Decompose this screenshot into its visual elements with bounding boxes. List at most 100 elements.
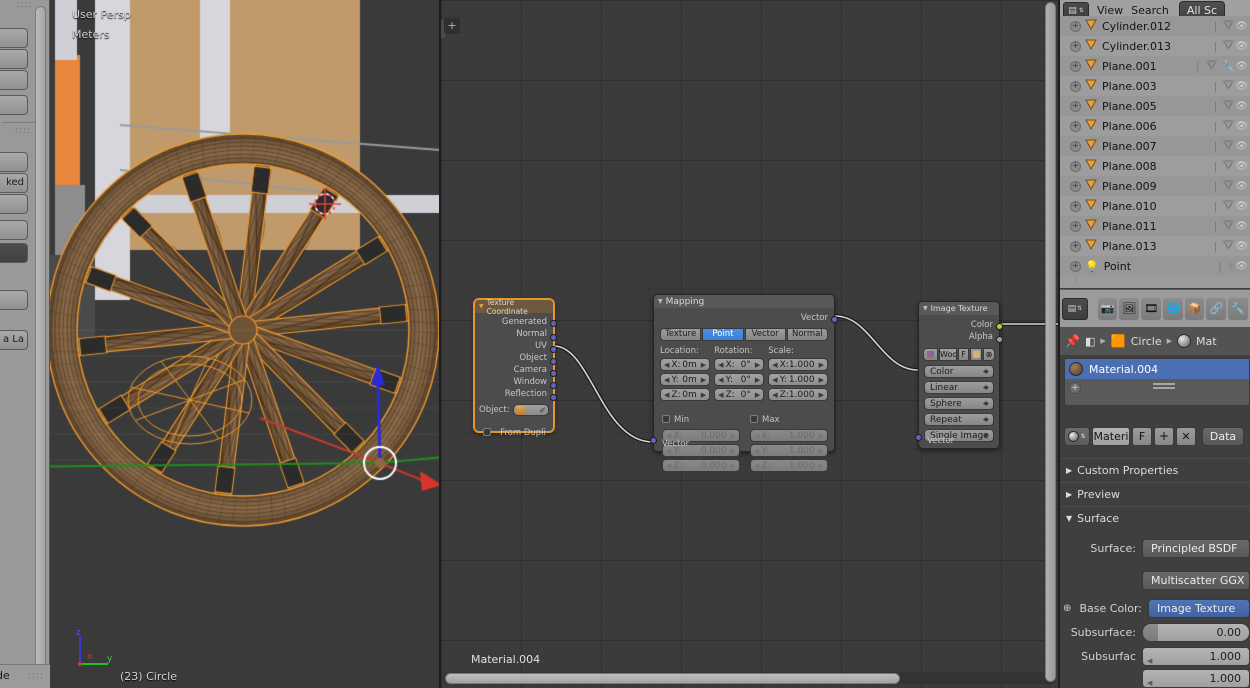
visibility-icon[interactable]: 👁 [1235, 161, 1248, 172]
node-collapse-icon[interactable]: ▼ [658, 298, 663, 305]
tab-constraints[interactable]: 🔗 [1206, 298, 1226, 320]
resize-grip-icon[interactable] [1153, 383, 1175, 389]
visibility-icon[interactable]: 👁 [1235, 121, 1248, 132]
outliner[interactable]: ▤ ⇅ View Search All Sc + Cylinder.012 | 👁 + Cy… [1060, 0, 1250, 288]
mapping-type-tabs[interactable]: Texture Point Vector Normal [660, 328, 828, 341]
node-collapse-icon[interactable]: ▼ [479, 303, 484, 310]
max-checkbox[interactable] [750, 415, 758, 423]
breadcrumb-object[interactable]: Circle [1131, 335, 1162, 348]
location-z-field[interactable]: ◀ Z: 0m ▶ [660, 388, 710, 401]
visibility-icon[interactable]: 👁 [1235, 101, 1248, 112]
outliner-row[interactable]: + Plane.009 | 👁 [1060, 176, 1250, 196]
node-header-texture-coordinate[interactable]: ▼ Texture Coordinate [475, 300, 553, 313]
outliner-row[interactable]: + Cylinder.012 | 👁 [1060, 16, 1250, 36]
expand-icon[interactable]: + [1070, 141, 1081, 152]
save-image-icon[interactable] [970, 348, 982, 361]
node-editor-vscrollbar[interactable] [1045, 2, 1056, 682]
mesh-data-icon[interactable] [1222, 239, 1235, 253]
mesh-data-icon[interactable] [1222, 179, 1235, 193]
row-subsurface-radius-2[interactable]: 1.000 [1060, 668, 1250, 688]
expand-icon[interactable]: + [1070, 41, 1081, 52]
scale-z-field[interactable]: ◀ Z: 1.000 ▶ [768, 388, 828, 401]
tab-render[interactable]: 📷 [1098, 298, 1118, 320]
expand-icon[interactable]: + [1070, 81, 1081, 92]
pin-icon[interactable]: 📌 [1065, 334, 1080, 348]
min-z-field[interactable]: ◀ Z: 0.000 ▶ [662, 459, 740, 472]
location-y-field[interactable]: ◀ Y: 0m ▶ [660, 373, 710, 386]
outliner-row[interactable]: + Plane.010 | 👁 [1060, 196, 1250, 216]
mesh-data-icon[interactable] [1222, 99, 1235, 113]
mesh-data-icon[interactable] [1222, 79, 1235, 93]
max-x-field[interactable]: ◀ X: 1.000 ▶ [750, 429, 828, 442]
outliner-row[interactable]: + Plane.007 | 👁 [1060, 136, 1250, 156]
node-collapse-icon[interactable]: ▼ [923, 305, 928, 312]
mesh-data-icon[interactable] [1222, 199, 1235, 213]
socket-window[interactable] [550, 382, 557, 389]
socket-color-out[interactable] [996, 323, 1003, 330]
tool-shelf-scrollbar[interactable] [35, 6, 46, 688]
unlink-image-icon[interactable]: ⊗ [983, 348, 995, 361]
animate-property-icon[interactable]: ⊕ [1063, 603, 1071, 614]
eyedropper-icon[interactable]: ✐ [539, 406, 546, 415]
fake-user-button[interactable]: F [1132, 427, 1152, 446]
data-dropdown[interactable]: Data [1202, 427, 1244, 446]
socket-object[interactable] [550, 358, 557, 365]
tool-shelf[interactable]: :::: :::: ked a La de :::: [0, 0, 50, 688]
expand-icon[interactable]: + [1070, 161, 1081, 172]
modifier-icon[interactable]: 🔧 [1222, 60, 1236, 73]
expand-icon[interactable]: + [1070, 221, 1081, 232]
row-subsurface-radius[interactable]: Subsurfac 1.000 [1060, 644, 1250, 668]
interpolation-dropdown[interactable]: Linear [924, 381, 994, 394]
material-datablock-row[interactable]: ⇅ Materi F + ✕ Data [1064, 425, 1250, 447]
socket-alpha-out[interactable] [996, 336, 1003, 343]
min-checkbox[interactable] [662, 415, 670, 423]
visibility-icon[interactable]: 👁 [1235, 241, 1248, 252]
max-z-field[interactable]: ◀ Z: 1.000 ▶ [750, 459, 828, 472]
tool-button-2[interactable] [0, 70, 28, 90]
node-image-texture[interactable]: ▼ Image Texture Color Alpha Wood F ⊗ Col… [918, 301, 1000, 449]
node-editor[interactable]: + + ▼ Texture Coordinate Generated Norma… [441, 0, 1059, 688]
visibility-icon[interactable]: 👁 [1235, 201, 1248, 212]
expand-icon[interactable]: + [1070, 21, 1081, 32]
mesh-data-icon[interactable] [1222, 39, 1235, 53]
light-data-icon[interactable]: ✳ [1227, 261, 1235, 272]
tool-button-4[interactable] [0, 152, 28, 172]
outliner-row[interactable]: + Plane.006 | 👁 [1060, 116, 1250, 136]
breadcrumb-material[interactable]: Mat [1196, 335, 1217, 348]
outliner-row[interactable]: + Plane.008 | 👁 [1060, 156, 1250, 176]
expand-icon[interactable]: + [1070, 241, 1081, 252]
node-editor-hscrollbar[interactable] [445, 673, 900, 684]
node-texture-coordinate[interactable]: ▼ Texture Coordinate Generated Normal UV… [474, 299, 554, 432]
section-preview[interactable]: ▶ Preview [1060, 482, 1250, 506]
expand-icon[interactable]: + [1070, 201, 1081, 212]
properties-tab-bar[interactable]: ▤ ⇅ 📷 🖼 🎞 🌐 📦 🔗 🔧 [1060, 289, 1250, 327]
base-color-dropdown[interactable]: Image Texture [1148, 599, 1250, 618]
outliner-row[interactable]: + Plane.013 | 👁 [1060, 236, 1250, 256]
socket-vector-out[interactable] [831, 316, 838, 323]
rotation-y-field[interactable]: ◀ Y: 0° ▶ [714, 373, 764, 386]
socket-vector-in[interactable] [650, 437, 657, 444]
tab-normal[interactable]: Normal [787, 328, 828, 341]
extension-dropdown[interactable]: Repeat [924, 413, 994, 426]
mesh-data-icon[interactable] [1222, 119, 1235, 133]
socket-vector-in[interactable] [915, 434, 922, 441]
editor-type-icon[interactable]: ▤ ⇅ [1062, 298, 1088, 320]
socket-uv[interactable] [550, 346, 557, 353]
location-x-field[interactable]: ◀ X: 0m ▶ [660, 358, 710, 371]
outliner-rows[interactable]: + Cylinder.012 | 👁 + Cylinder.013 | 👁 + Plane.001… [1060, 16, 1250, 276]
material-slot-row[interactable]: Material.004 [1065, 359, 1249, 379]
visibility-icon[interactable]: 👁 [1235, 141, 1248, 152]
fake-user-button[interactable]: F [958, 348, 969, 361]
add-slot-icon[interactable]: + [1069, 382, 1081, 394]
properties-breadcrumb[interactable]: 📌 ◧ ▶ 🟧 Circle ▶ Mat [1060, 327, 1250, 355]
row-surface[interactable]: Surface: Principled BSDF [1060, 536, 1250, 560]
mesh-data-icon[interactable] [1222, 19, 1235, 33]
image-datablock-row[interactable]: Wood F ⊗ [923, 348, 995, 361]
scale-y-field[interactable]: ◀ Y: 1.000 ▶ [768, 373, 828, 386]
viewport-3d[interactable]: User Persp Meters (23) Circle z y x ::::… [0, 0, 440, 688]
tool-button-9[interactable] [0, 290, 28, 310]
image-browse-icon[interactable] [923, 348, 938, 361]
new-material-button[interactable]: + [1154, 427, 1174, 446]
distribution-dropdown[interactable]: Multiscatter GGX [1142, 571, 1250, 590]
tab-point[interactable]: Point [702, 328, 743, 341]
